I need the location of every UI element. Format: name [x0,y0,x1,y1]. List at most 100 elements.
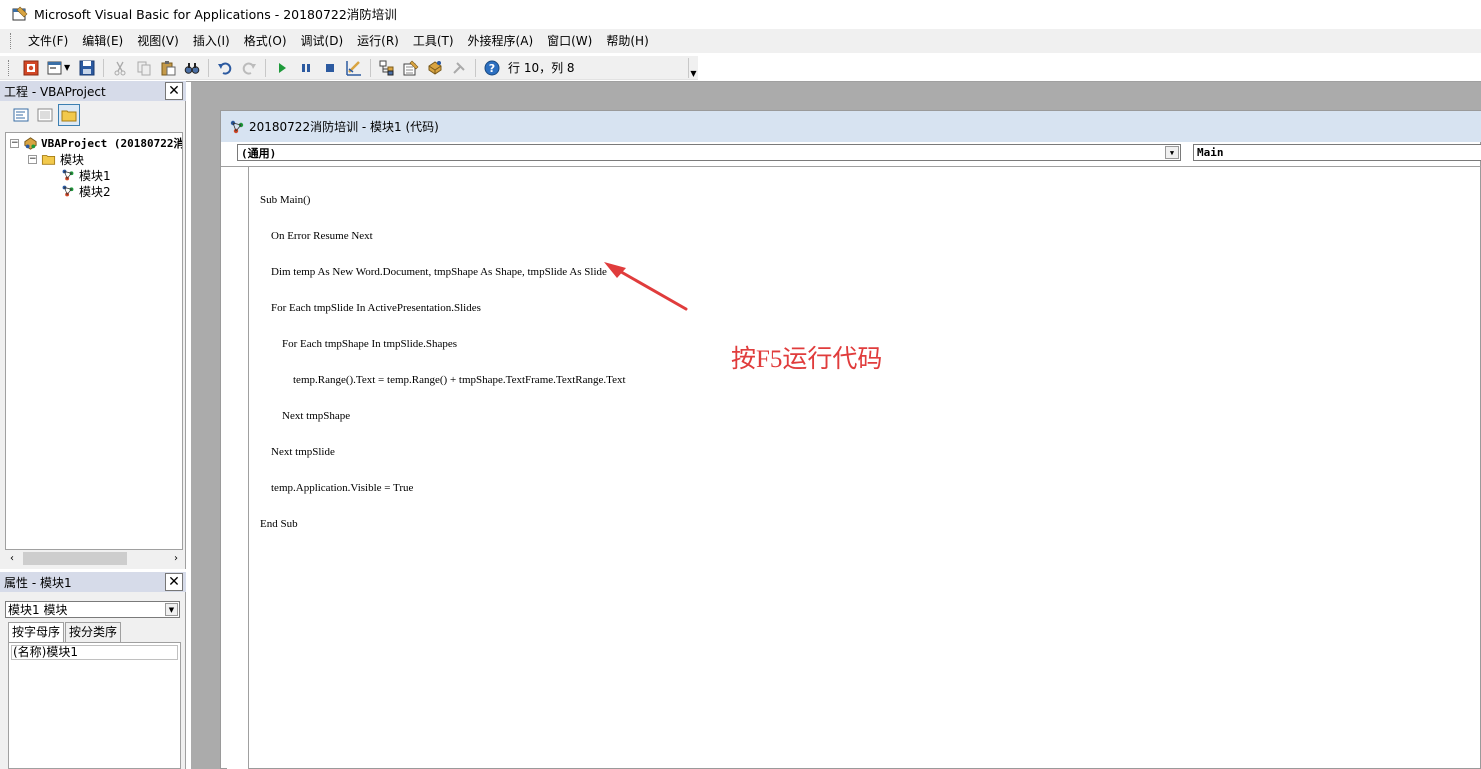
code-line[interactable]: temp.Range().Text = temp.Range() + tmpSh… [260,374,626,386]
tree-item-vbaproject[interactable]: − VBAProject (20180722消防培训) [10,135,182,151]
properties-panel-title-text: 属性 - 模块1 [4,575,72,590]
design-mode-button[interactable] [344,58,364,78]
properties-window-button[interactable] [401,58,421,78]
project-panel-title: 工程 - VBAProject ✕ [0,81,186,101]
collapse-icon[interactable]: − [28,154,37,164]
code-line[interactable]: Next tmpSlide [260,446,626,458]
redo-icon [242,62,256,75]
scrollbar-thumb[interactable] [23,552,127,565]
help-button[interactable]: ? [482,58,502,78]
tab-categorized[interactable]: 按分类序 [65,622,122,642]
menu-window[interactable]: 窗口(W) [540,30,599,52]
property-value[interactable]: 模块1 [46,645,78,659]
code-editor[interactable]: Sub Main() On Error Resume Next Dim temp… [221,166,1481,769]
view-code-icon [13,108,29,122]
code-lines: Sub Main() On Error Resume Next Dim temp… [260,170,626,554]
break-button[interactable] [296,58,316,78]
menu-view[interactable]: 视图(V) [130,30,186,52]
insert-userform-button[interactable] [45,58,65,78]
code-line[interactable]: temp.Application.Visible = True [260,482,626,494]
code-line[interactable]: End Sub [260,518,626,530]
find-icon [184,62,200,74]
folder-icon [41,155,56,165]
undo-icon [218,62,232,75]
code-line[interactable]: For Each tmpShape In tmpSlide.Shapes [260,338,626,350]
view-powerpoint-button[interactable] [21,58,41,78]
procedure-combo[interactable]: Main [1193,144,1481,161]
object-browser-icon [428,60,442,75]
menu-insert[interactable]: 插入(I) [186,30,237,52]
close-icon[interactable]: ✕ [165,573,183,591]
close-icon[interactable]: ✕ [165,82,183,100]
code-window: 20180722消防培训 - 模块1 (代码) (通用) ▼ Main Sub … [220,110,1481,769]
toolbox-button[interactable] [449,58,469,78]
property-name: (名称) [13,645,47,659]
chevron-down-icon[interactable]: ▼ [1165,146,1179,159]
paste-button[interactable] [158,58,178,78]
copy-button[interactable] [134,58,154,78]
property-row-name[interactable]: (名称)模块1 [11,645,178,660]
run-button[interactable] [272,58,292,78]
toolbar-separator [208,58,209,77]
procedure-combo-value: Main [1197,146,1224,159]
undo-button[interactable] [215,58,235,78]
code-line[interactable]: For Each tmpSlide In ActivePresentation.… [260,302,626,314]
module-icon [62,185,74,197]
chevron-right-icon[interactable]: › [169,550,183,567]
menu-tools[interactable]: 工具(T) [406,30,461,52]
copy-icon [137,61,151,75]
toolbar-options-icon[interactable]: ▼ [688,58,698,78]
tree-label-modules: 模块 [60,152,85,167]
object-select[interactable]: 模块1 模块 ▼ [5,601,180,618]
collapse-icon[interactable]: − [10,138,19,148]
module-icon [230,120,244,133]
properties-panel: 属性 - 模块1 ✕ 模块1 模块 ▼ 按字母序 按分类序 (名称)模块1 [0,572,186,769]
menu-format[interactable]: 格式(O) [237,30,294,52]
project-tree: − VBAProject (20180722消防培训) − 模块 模块1 模块2 [5,132,183,550]
view-object-button[interactable] [34,104,56,126]
insert-dropdown-icon[interactable]: ▼ [64,63,72,72]
cut-button[interactable] [110,58,130,78]
find-button[interactable] [182,58,202,78]
chevron-down-icon[interactable]: ▼ [165,603,178,616]
toolbar-grip[interactable] [8,59,11,76]
code-line[interactable]: Next tmpShape [260,410,626,422]
menu-file[interactable]: 文件(F) [21,30,75,52]
project-explorer-button[interactable] [377,58,397,78]
powerpoint-view-icon [23,60,39,75]
tree-item-module2[interactable]: 模块2 [60,183,111,199]
reset-button[interactable] [320,58,340,78]
tree-label-module2: 模块2 [79,184,111,199]
chevron-left-icon[interactable]: ‹ [5,550,19,567]
project-explorer-icon [379,60,394,75]
toolbar-separator [265,58,266,77]
project-tree-scrollbar[interactable]: ‹ › [5,550,183,567]
cursor-position: 行 10，列 8 [508,61,575,75]
module-icon [62,169,74,181]
help-icon: ? [484,60,500,75]
save-button[interactable] [77,58,97,78]
menu-addins[interactable]: 外接程序(A) [461,30,541,52]
tree-item-module1[interactable]: 模块1 [60,167,111,183]
menu-help[interactable]: 帮助(H) [599,30,655,52]
tree-item-modules-folder[interactable]: − 模块 [28,151,84,167]
object-browser-button[interactable] [425,58,445,78]
menu-run[interactable]: 运行(R) [350,30,406,52]
code-line[interactable]: Sub Main() [260,194,626,206]
object-combo[interactable]: (通用) ▼ [237,144,1181,161]
menu-edit[interactable]: 编辑(E) [75,30,130,52]
code-margin[interactable] [227,167,249,769]
menu-debug[interactable]: 调试(D) [294,30,351,52]
toggle-folders-icon [61,110,77,122]
menu-grip[interactable] [10,33,13,49]
properties-panel-title: 属性 - 模块1 ✕ [0,572,186,592]
code-line[interactable]: Dim temp As New Word.Document, tmpShape … [260,266,626,278]
view-code-button[interactable] [10,104,32,126]
tab-alphabetic[interactable]: 按字母序 [8,622,65,642]
code-line[interactable]: On Error Resume Next [260,230,626,242]
project-explorer-panel: 工程 - VBAProject ✕ − VBAProject (20180722… [0,81,186,569]
redo-button[interactable] [239,58,259,78]
toggle-folders-button[interactable] [58,104,80,126]
break-icon [302,63,310,72]
object-combo-value: (通用) [241,146,277,160]
